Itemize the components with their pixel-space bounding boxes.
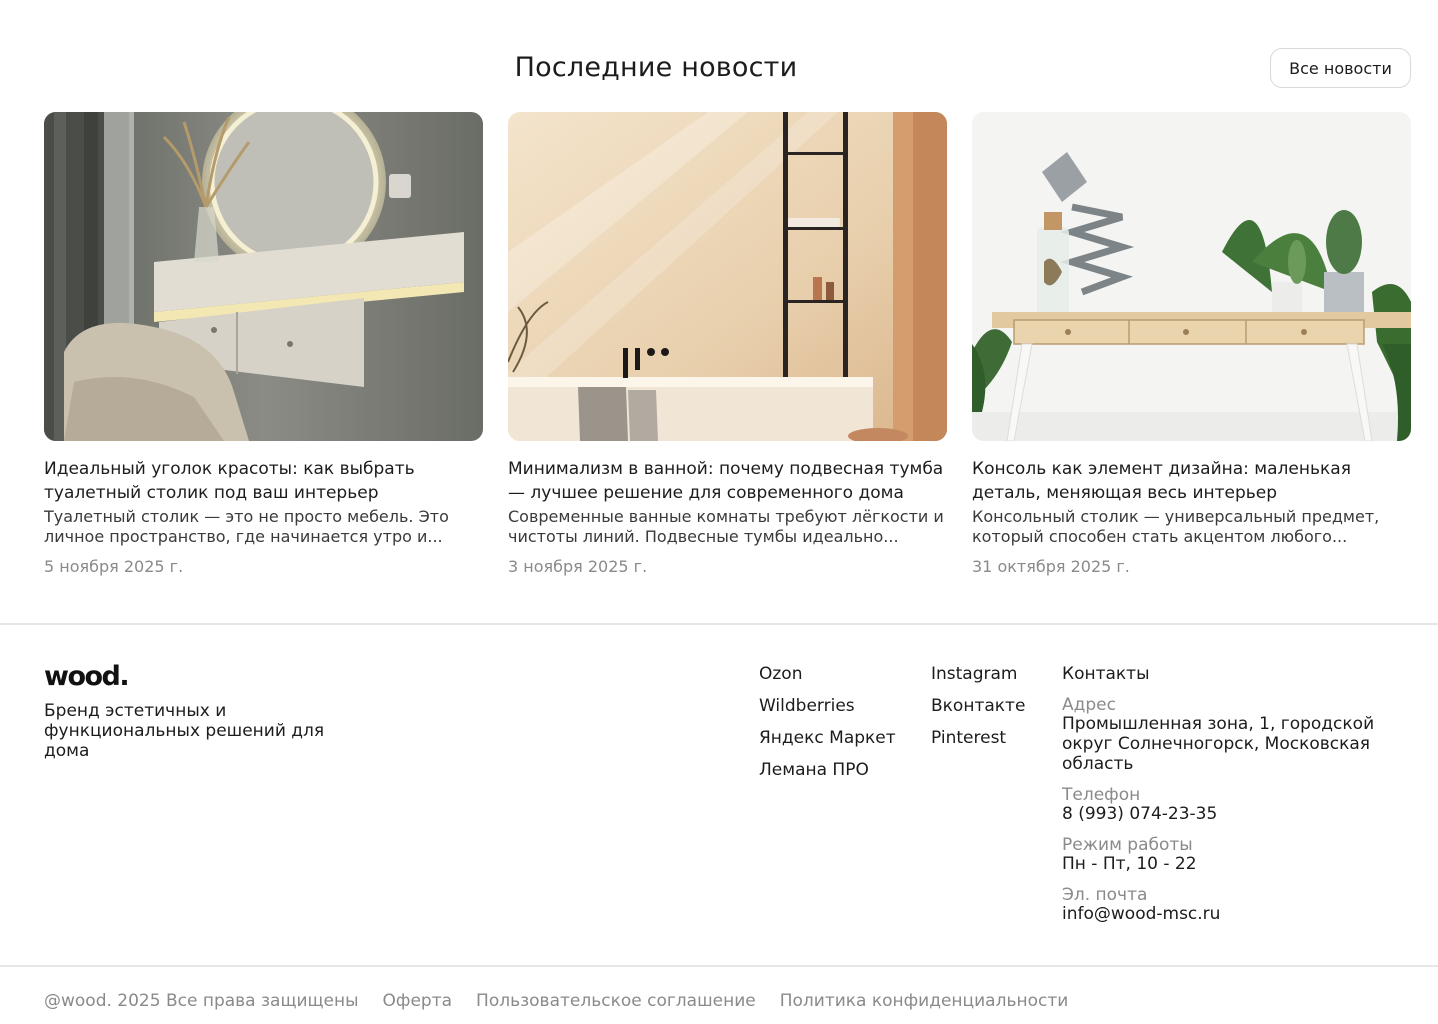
news-card-image-vanity[interactable] (44, 112, 483, 441)
footer-link-label[interactable]: Instagram (931, 664, 1018, 684)
footer-link-label[interactable]: Вконтакте (931, 696, 1025, 716)
footer-divider-top (0, 623, 1438, 625)
contacts-title: Контакты (1062, 664, 1150, 684)
footer-link-yandex-market[interactable]: Яндекс Маркет (759, 728, 896, 748)
privacy-policy-link[interactable]: Политика конфиденциальности (780, 990, 1069, 1012)
phone-value[interactable]: 8 (993) 074-23-35 (1062, 804, 1402, 824)
address-value: Промышленная зона, 1, городской округ Со… (1062, 714, 1375, 774)
footer-link-label[interactable]: Pinterest (931, 728, 1006, 748)
footer-divider-bottom (0, 965, 1438, 967)
brand-tagline: Бренд эстетичных и функциональных решени… (44, 701, 325, 761)
news-header: Последние новости Все новости (0, 48, 1438, 88)
footer-link-pinterest[interactable]: Pinterest (931, 728, 1025, 748)
user-agreement-link[interactable]: Пользовательское соглашение (476, 990, 756, 1012)
brand-logo[interactable]: wood. (44, 662, 130, 692)
news-card-excerpt: Туалетный столик — это не просто мебель.… (44, 507, 449, 546)
footer-link-instagram[interactable]: Instagram (931, 664, 1025, 684)
address-label: Адрес (1062, 695, 1116, 715)
news-card-title[interactable]: Идеальный уголок красоты: как выбрать ту… (44, 457, 483, 505)
news-card-title[interactable]: Минимализм в ванной: почему подвесная ту… (508, 457, 947, 505)
marketplace-links: Ozon Wildberries Яндекс Маркет Лемана ПР… (759, 664, 896, 792)
email-label: Эл. почта (1062, 885, 1148, 905)
news-card-date: 3 ноября 2025 г. (508, 557, 648, 576)
social-links: Instagram Вконтакте Pinterest (931, 664, 1025, 760)
footer-link-label[interactable]: Ozon (759, 664, 802, 684)
news-card-title[interactable]: Консоль как элемент дизайна: маленькая д… (972, 457, 1411, 505)
news-section-title: Последние новости (514, 52, 798, 83)
footer-link-lemana-pro[interactable]: Лемана ПРО (759, 760, 896, 780)
news-card-image-bathroom[interactable] (508, 112, 947, 441)
news-card[interactable]: Консоль как элемент дизайна: маленькая д… (972, 112, 1411, 577)
news-card-image-console[interactable] (972, 112, 1411, 441)
footer-link-ozon[interactable]: Ozon (759, 664, 896, 684)
offer-link[interactable]: Оферта (383, 990, 453, 1012)
news-card-date: 31 октября 2025 г. (972, 557, 1130, 576)
footer-link-vkontakte[interactable]: Вконтакте (931, 696, 1025, 716)
hours-label: Режим работы (1062, 835, 1193, 855)
email-value[interactable]: info@wood-msc.ru (1062, 904, 1402, 924)
footer-bottom-bar: @wood. 2025 Все права защищены Оферта По… (44, 990, 1068, 1012)
news-card-date: 5 ноября 2025 г. (44, 557, 184, 576)
all-news-button[interactable]: Все новости (1270, 48, 1411, 88)
news-cards: Идеальный уголок красоты: как выбрать ту… (44, 112, 1411, 577)
news-card[interactable]: Минимализм в ванной: почему подвесная ту… (508, 112, 947, 577)
news-card[interactable]: Идеальный уголок красоты: как выбрать ту… (44, 112, 483, 577)
news-card-excerpt: Современные ванные комнаты требуют лёгко… (508, 507, 944, 546)
footer-link-label[interactable]: Лемана ПРО (759, 760, 869, 780)
footer-link-wildberries[interactable]: Wildberries (759, 696, 896, 716)
copyright-text: @wood. 2025 Все права защищены (44, 991, 359, 1011)
hours-value: Пн - Пт, 10 - 22 (1062, 854, 1197, 874)
footer-link-label[interactable]: Яндекс Маркет (759, 728, 896, 748)
contacts-block: Контакты Адрес Промышленная зона, 1, гор… (1062, 664, 1402, 936)
news-card-excerpt: Консольный столик — универсальный предме… (972, 507, 1380, 546)
footer-link-label[interactable]: Wildberries (759, 696, 855, 716)
phone-label: Телефон (1062, 785, 1141, 805)
